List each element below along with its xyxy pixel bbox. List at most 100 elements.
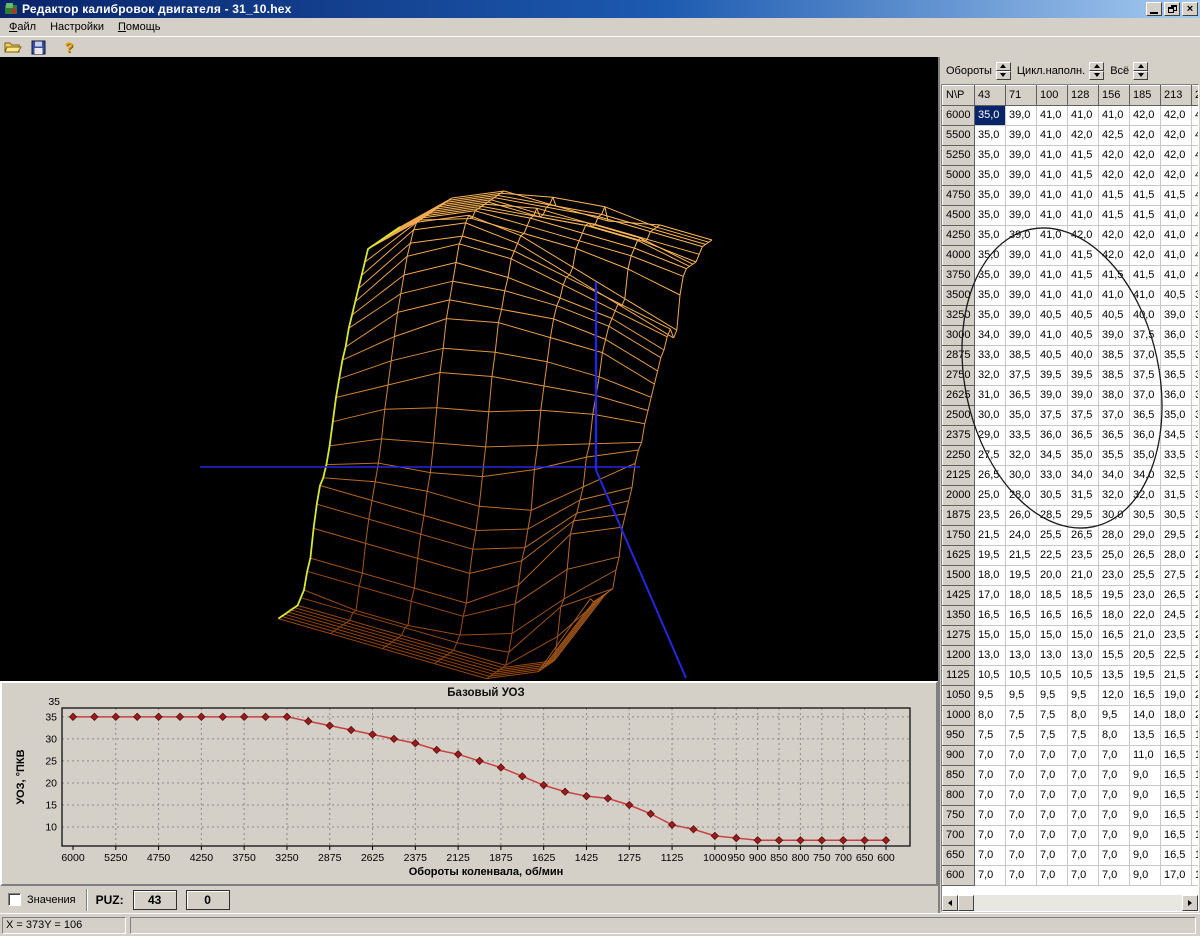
data-point-marker[interactable] [774,836,784,845]
map-cell[interactable]: 22,5 [1036,545,1068,566]
data-point-marker[interactable] [667,820,677,830]
map-cell-clipped[interactable]: 2 [1191,585,1198,606]
map-cell[interactable]: 15,5 [1098,645,1130,666]
map-cell-clipped[interactable]: 1 [1191,805,1198,826]
map-cell[interactable]: 16,5 [1160,825,1192,846]
row-header-2500[interactable]: 2500 [942,405,975,426]
map-cell-clipped[interactable]: 4 [1191,225,1198,246]
map-cell[interactable]: 18,0 [974,565,1006,586]
map-cell[interactable]: 8,0 [1067,705,1099,726]
map-cell[interactable]: 37,0 [1098,405,1130,426]
map-cell[interactable]: 41,0 [1160,205,1192,226]
map-cell[interactable]: 16,5 [1005,605,1037,626]
spinner-down-button[interactable] [1089,70,1105,80]
map-cell[interactable]: 7,0 [1036,845,1068,866]
row-header-2375[interactable]: 2375 [942,425,975,446]
map-cell[interactable]: 34,0 [1067,465,1099,486]
data-point-marker[interactable] [646,809,655,818]
map-cell[interactable]: 7,0 [1067,785,1099,806]
data-point-marker[interactable] [197,712,206,721]
map-cell[interactable]: 13,0 [974,645,1006,666]
map-cell[interactable]: 9,0 [1129,805,1161,826]
map-cell[interactable]: 9,5 [1005,685,1037,706]
map-cell[interactable]: 18,0 [1005,585,1037,606]
map-cell[interactable]: 41,0 [1098,285,1130,306]
map-cell[interactable]: 35,0 [974,185,1006,206]
row-header-3500[interactable]: 3500 [942,285,975,306]
column-header-128[interactable]: 128 [1067,85,1099,106]
map-cell[interactable]: 24,5 [1160,605,1192,626]
map-cell-clipped[interactable]: 2 [1191,645,1198,666]
map-cell[interactable]: 29,5 [1160,525,1192,546]
row-header-1500[interactable]: 1500 [942,565,975,586]
map-cell-clipped[interactable]: 3 [1191,325,1198,346]
map-cell[interactable]: 38,5 [1098,365,1130,386]
map-cell[interactable]: 36,0 [1129,425,1161,446]
data-point-marker[interactable] [346,725,356,735]
map-cell[interactable]: 28,5 [1036,505,1068,526]
map-cell[interactable]: 35,0 [1005,405,1037,426]
map-cell[interactable]: 26,0 [1005,505,1037,526]
map-cell-clipped[interactable]: 3 [1191,465,1198,486]
map-cell[interactable]: 33,5 [1005,425,1037,446]
row-header-1425[interactable]: 1425 [942,585,975,606]
map-cell[interactable]: 15,0 [1036,625,1068,646]
scroll-right-button[interactable] [1182,895,1198,911]
row-header-950[interactable]: 950 [942,725,975,746]
map-cell[interactable]: 40,0 [1067,345,1099,366]
map-cell-clipped[interactable]: 4 [1191,145,1198,166]
data-point-marker[interactable] [90,712,99,721]
map-cell[interactable]: 9,5 [1067,685,1099,706]
map-cell-clipped[interactable]: 4 [1191,245,1198,266]
map-cell[interactable]: 35,0 [974,125,1006,146]
map-cell[interactable]: 38,5 [1098,345,1130,366]
map-cell[interactable]: 19,5 [1098,585,1130,606]
map-cell[interactable]: 33,5 [1160,445,1192,466]
map-cell-clipped[interactable]: 3 [1191,385,1198,406]
map-cell[interactable]: 7,0 [1098,845,1130,866]
map-cell[interactable]: 40,0 [1129,305,1161,326]
data-point-marker[interactable] [860,836,869,845]
map-cell[interactable]: 7,0 [1098,765,1130,786]
map-cell-clipped[interactable]: 4 [1191,205,1198,226]
map-cell[interactable]: 35,0 [974,205,1006,226]
map-cell[interactable]: 31,5 [1067,485,1099,506]
data-point-marker[interactable] [560,787,570,796]
map-cell[interactable]: 39,5 [1036,365,1068,386]
map-cell[interactable]: 10,5 [1005,665,1037,686]
map-cell[interactable]: 41,0 [1036,285,1068,306]
map-cell[interactable]: 35,0 [974,265,1006,286]
map-cell[interactable]: 26,5 [1129,545,1161,566]
map-cell[interactable]: 35,5 [1160,345,1192,366]
map-cell[interactable]: 36,0 [1160,385,1192,406]
map-cell[interactable]: 36,0 [1036,425,1068,446]
row-header-1750[interactable]: 1750 [942,525,975,546]
map-cell[interactable]: 16,5 [1036,605,1068,626]
map-cell[interactable]: 40,5 [1036,305,1068,326]
map-cell[interactable]: 19,5 [1129,665,1161,686]
map-cell-clipped[interactable]: 2 [1191,605,1198,626]
map-cell[interactable]: 10,5 [1067,665,1099,686]
map-cell[interactable]: 34,0 [974,325,1006,346]
row-header-1625[interactable]: 1625 [942,545,975,566]
map-cell[interactable]: 18,5 [1036,585,1068,606]
row-header-650[interactable]: 650 [942,845,975,866]
map-cell[interactable]: 41,0 [1160,225,1192,246]
data-point-marker[interactable] [325,721,334,730]
row-header-1275[interactable]: 1275 [942,625,975,646]
map-cell[interactable]: 25,0 [1098,545,1130,566]
map-cell[interactable]: 39,0 [1005,225,1037,246]
row-header-1350[interactable]: 1350 [942,605,975,626]
map-cell-clipped[interactable]: 1 [1191,845,1198,866]
map-cell[interactable]: 16,5 [1098,625,1130,646]
map-cell[interactable]: 33,0 [974,345,1006,366]
row-header-2250[interactable]: 2250 [942,445,975,466]
map-cell[interactable]: 41,5 [1067,165,1099,186]
map-cell[interactable]: 32,5 [1160,465,1192,486]
map-cell-clipped[interactable]: 4 [1191,185,1198,206]
puz-value-field-1[interactable]: 43 [132,889,177,910]
data-point-marker[interactable] [368,730,377,739]
map-cell[interactable]: 7,0 [974,865,1006,886]
map-cell[interactable]: 16,5 [1129,685,1161,706]
map-cell[interactable]: 18,0 [1160,705,1192,726]
